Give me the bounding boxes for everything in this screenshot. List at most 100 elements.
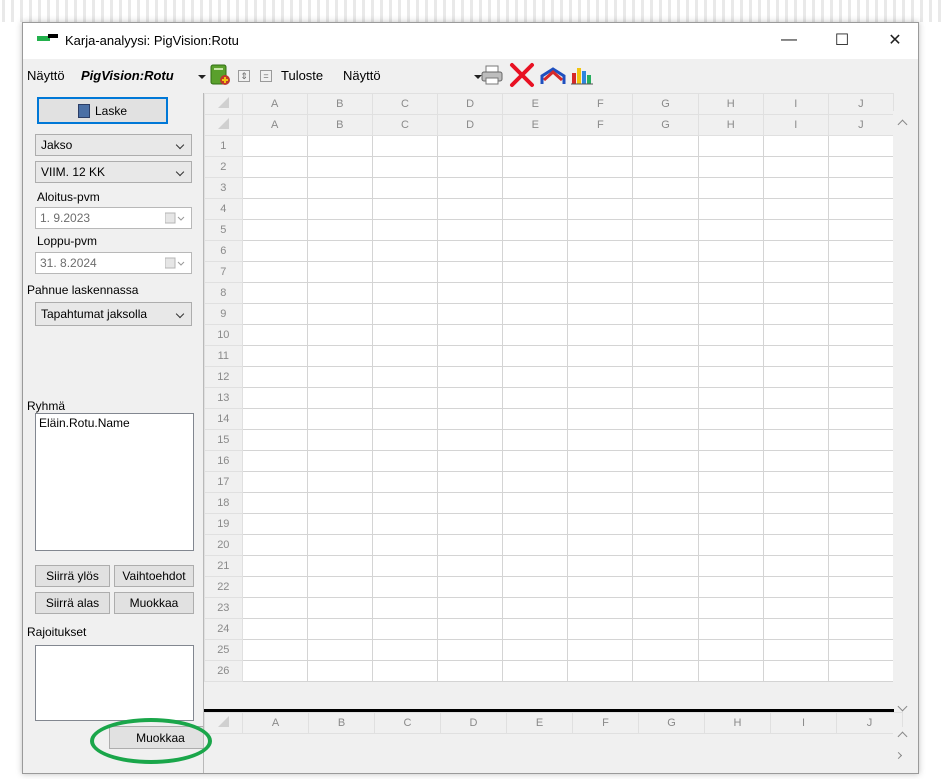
move-down-button[interactable]: Siirrä alas <box>35 592 110 614</box>
cell[interactable] <box>437 324 504 346</box>
cell[interactable] <box>567 282 634 304</box>
cell[interactable] <box>306 597 373 619</box>
cell[interactable] <box>371 576 439 598</box>
cell[interactable] <box>762 156 829 178</box>
cell[interactable] <box>241 345 308 367</box>
cell[interactable] <box>306 156 373 178</box>
cell[interactable] <box>371 639 439 661</box>
minimize-button[interactable]: — <box>766 23 812 57</box>
cell[interactable] <box>306 198 373 220</box>
cell[interactable] <box>827 576 894 598</box>
period-combo[interactable]: Jakso <box>35 134 192 156</box>
row-header[interactable]: 5 <box>204 219 243 241</box>
collapse-icon[interactable]: = <box>260 70 272 82</box>
cell[interactable] <box>632 408 699 430</box>
cell[interactable] <box>306 261 373 283</box>
cell[interactable] <box>697 513 764 535</box>
cell[interactable] <box>371 387 439 409</box>
cell[interactable] <box>241 303 308 325</box>
cell[interactable] <box>502 387 569 409</box>
cell[interactable] <box>437 471 504 493</box>
cell[interactable] <box>632 219 699 241</box>
spreadsheet-grid[interactable]: A B C D E F G H I J A B C D E F G H I J 1 2 3 4 5 6 7 8 9 10 11 12 13 14 1… <box>204 93 894 709</box>
cell[interactable] <box>697 177 764 199</box>
column-header[interactable]: D <box>437 93 504 115</box>
cell[interactable] <box>241 156 308 178</box>
cell[interactable] <box>306 219 373 241</box>
row-header[interactable]: 22 <box>204 576 243 598</box>
cell[interactable] <box>241 408 308 430</box>
cell[interactable] <box>632 534 699 556</box>
cell[interactable] <box>371 303 439 325</box>
cell[interactable] <box>502 408 569 430</box>
cell[interactable] <box>827 261 894 283</box>
footer-scrollbar[interactable] <box>893 727 911 771</box>
cell[interactable] <box>371 534 439 556</box>
select-all-corner[interactable] <box>204 114 243 136</box>
column-header[interactable]: J <box>827 114 894 136</box>
cell[interactable] <box>241 618 308 640</box>
column-header[interactable]: A <box>241 114 308 136</box>
cell[interactable] <box>827 345 894 367</box>
cell[interactable] <box>437 387 504 409</box>
row-header[interactable]: 6 <box>204 240 243 262</box>
cell[interactable] <box>697 576 764 598</box>
cell[interactable] <box>762 261 829 283</box>
cell[interactable] <box>502 345 569 367</box>
litter-combo[interactable]: Tapahtumat jaksolla <box>35 302 192 326</box>
column-header[interactable]: H <box>704 712 771 734</box>
calendar-icon[interactable] <box>164 212 185 224</box>
cell[interactable] <box>502 534 569 556</box>
cell[interactable] <box>762 345 829 367</box>
cell[interactable] <box>241 534 308 556</box>
row-header[interactable]: 11 <box>204 345 243 367</box>
cell[interactable] <box>762 177 829 199</box>
cell[interactable] <box>632 303 699 325</box>
cell[interactable] <box>241 639 308 661</box>
cell[interactable] <box>306 135 373 157</box>
row-header[interactable]: 12 <box>204 366 243 388</box>
column-header[interactable]: I <box>770 712 837 734</box>
column-header[interactable]: H <box>697 114 764 136</box>
column-header[interactable]: B <box>306 93 373 115</box>
scroll-right-icon[interactable] <box>894 751 903 760</box>
end-date-field[interactable]: 31. 8.2024 <box>35 252 192 274</box>
cell[interactable] <box>567 534 634 556</box>
row-header[interactable]: 17 <box>204 471 243 493</box>
cell[interactable] <box>502 639 569 661</box>
cell[interactable] <box>827 513 894 535</box>
cell[interactable] <box>306 366 373 388</box>
column-header[interactable]: B <box>308 712 375 734</box>
cell[interactable] <box>827 324 894 346</box>
cell[interactable] <box>502 618 569 640</box>
column-header[interactable]: D <box>437 114 504 136</box>
cell[interactable] <box>697 597 764 619</box>
cell[interactable] <box>306 618 373 640</box>
row-header[interactable]: 16 <box>204 450 243 472</box>
cell[interactable] <box>567 492 634 514</box>
cell[interactable] <box>241 198 308 220</box>
cell[interactable] <box>371 219 439 241</box>
cell[interactable] <box>762 534 829 556</box>
cell[interactable] <box>306 576 373 598</box>
cell[interactable] <box>371 471 439 493</box>
cell[interactable] <box>371 408 439 430</box>
cell[interactable] <box>827 492 894 514</box>
cell[interactable] <box>697 303 764 325</box>
cell[interactable] <box>306 177 373 199</box>
cell[interactable] <box>762 597 829 619</box>
cell[interactable] <box>437 261 504 283</box>
cell[interactable] <box>697 534 764 556</box>
cell[interactable] <box>371 366 439 388</box>
cell[interactable] <box>437 450 504 472</box>
column-header[interactable]: J <box>827 93 894 115</box>
cell[interactable] <box>632 324 699 346</box>
cell[interactable] <box>632 639 699 661</box>
column-header[interactable]: E <box>506 712 573 734</box>
cell[interactable] <box>567 429 634 451</box>
cell[interactable] <box>827 597 894 619</box>
cell[interactable] <box>567 303 634 325</box>
period-value-combo[interactable]: VIIM. 12 KK <box>35 161 192 183</box>
cell[interactable] <box>371 177 439 199</box>
cell[interactable] <box>827 177 894 199</box>
